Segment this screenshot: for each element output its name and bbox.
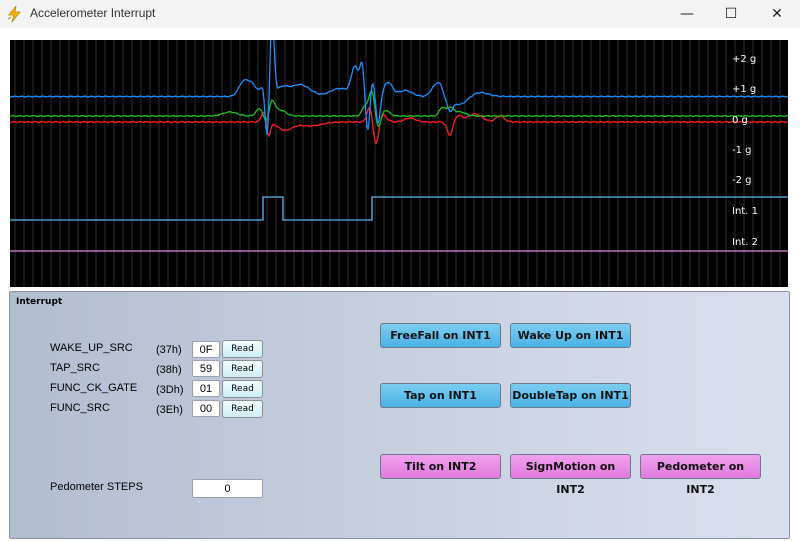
signmotion-int2-button[interactable]: SignMotion on INT2 (510, 454, 631, 496)
wakeup-int1-button[interactable]: Wake Up on INT1 (510, 323, 631, 348)
axis-label: -1 g (732, 145, 752, 156)
plot-canvas: +2 g +1 g 0 g -1 g -2 g Int. 1 Int. 2 (10, 40, 788, 287)
register-address: (38h) (156, 364, 182, 376)
register-value[interactable]: 00 (192, 400, 220, 417)
read-button[interactable]: Read (222, 400, 263, 418)
close-button[interactable]: ✕ (754, 0, 800, 28)
register-value[interactable]: 59 (192, 360, 220, 377)
pedometer-steps-label: Pedometer STEPS (50, 481, 143, 493)
axis-label: +1 g (732, 84, 756, 95)
register-name: WAKE_UP_SRC (50, 342, 133, 354)
register-value[interactable]: 01 (192, 380, 220, 397)
register-name: FUNC_CK_GATE (50, 382, 138, 394)
accelerometer-plot: +2 g +1 g 0 g -1 g -2 g Int. 1 Int. 2 (10, 40, 788, 287)
axis-label: +2 g (732, 54, 756, 65)
pedometer-steps-value: 0 (192, 479, 263, 498)
pedometer-int2-button[interactable]: Pedometer on INT2 (640, 454, 761, 496)
read-button[interactable]: Read (222, 360, 263, 378)
freefall-int1-button[interactable]: FreeFall on INT1 (380, 323, 501, 348)
window-title: Accelerometer Interrupt (30, 6, 156, 20)
lightning-icon (7, 5, 21, 23)
interrupt-panel: Interrupt WAKE_UP_SRC (37h) 0F Read TAP_… (9, 291, 790, 539)
y-axis-trace (10, 106, 788, 146)
register-address: (3Eh) (156, 404, 183, 416)
minimize-button[interactable]: — (664, 0, 710, 28)
register-address: (37h) (156, 344, 182, 356)
channel-label: Int. 1 (732, 206, 758, 217)
channel-label: Int. 2 (732, 237, 758, 248)
tap-int1-button[interactable]: Tap on INT1 (380, 383, 501, 408)
tilt-int2-button[interactable]: Tilt on INT2 (380, 454, 501, 479)
title-bar: Accelerometer Interrupt — ☐ ✕ (0, 0, 800, 28)
read-button[interactable]: Read (222, 340, 263, 358)
register-value[interactable]: 0F (192, 341, 220, 358)
register-name: TAP_SRC (50, 362, 100, 374)
doubletap-int1-button[interactable]: DoubleTap on INT1 (510, 383, 631, 408)
int1-trace (10, 196, 788, 221)
read-button[interactable]: Read (222, 380, 263, 398)
maximize-button[interactable]: ☐ (708, 0, 754, 28)
axis-label: 0 g (732, 115, 748, 126)
register-name: FUNC_SRC (50, 402, 110, 414)
axis-label: -2 g (732, 175, 752, 186)
register-address: (3Dh) (156, 384, 184, 396)
panel-title: Interrupt (16, 297, 63, 307)
